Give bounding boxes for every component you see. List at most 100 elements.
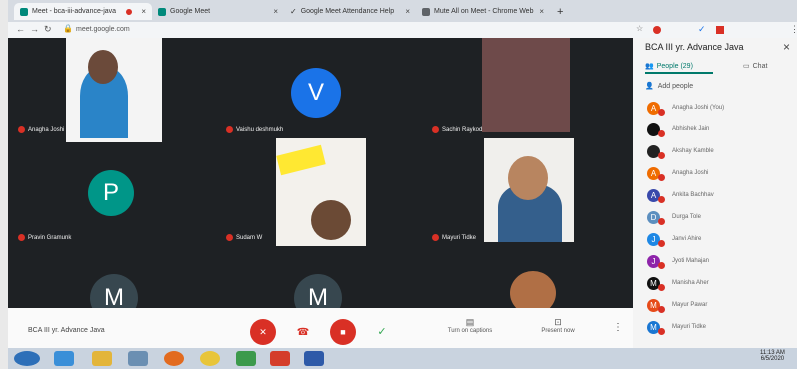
present-icon: ⊡ [554, 317, 562, 327]
address-bar: ← → ↻ 🔒 meet.google.com ☆ ✓ ⋮ [8, 22, 797, 38]
forward-icon[interactable]: → [30, 24, 39, 34]
mic-off-icon [226, 126, 233, 133]
present-button[interactable]: ⊡ Present now [533, 317, 583, 334]
panel-title: BCA III yr. Advance Java [645, 42, 744, 52]
participant-row[interactable]: J Janvi Ahire [647, 232, 701, 247]
chat-tab[interactable]: ▭ Chat [743, 62, 767, 71]
checkmark-favicon-icon: ✓ [290, 7, 297, 16]
camera-off-button[interactable]: ■ [330, 319, 356, 345]
participant-row[interactable]: Akshay Kamble [647, 144, 714, 159]
reload-icon[interactable]: ↻ [44, 24, 52, 35]
participant-label: Anagha Joshi [18, 126, 64, 133]
folder-icon[interactable] [92, 351, 112, 366]
participant-avatar: M [647, 276, 665, 291]
more-options-icon[interactable]: ⋮ [613, 322, 623, 333]
participant-row[interactable]: M Mayuri Tidke [647, 320, 706, 335]
extension-favicon-icon [422, 7, 430, 16]
media-player-icon[interactable] [128, 351, 148, 366]
mic-off-icon [658, 108, 665, 116]
close-panel-icon[interactable]: × [783, 40, 790, 54]
meeting-name: BCA III yr. Advance Java [28, 327, 105, 334]
mic-off-button[interactable]: ✕ [250, 319, 276, 345]
video-tile-sudam[interactable] [276, 138, 366, 246]
browser-tab-bar: Meet - bca-iii-advance-java × Google Mee… [8, 0, 797, 22]
video-tile-sachin[interactable] [482, 38, 570, 132]
meet-stage: Anagha Joshi V Vaishu deshmukh Sachin Ra… [8, 38, 633, 348]
app-icon[interactable] [236, 351, 256, 366]
chrome-icon[interactable] [200, 351, 220, 366]
participant-avatar: M [647, 320, 665, 335]
person-head [88, 50, 118, 84]
tab-label: Mute All on Meet - Chrome Web [434, 8, 534, 15]
tab-google-meet[interactable]: Google Meet × [152, 3, 284, 20]
pdf-icon[interactable] [270, 351, 290, 366]
mic-off-icon [658, 173, 665, 181]
tab-label: Google Meet [170, 8, 211, 15]
star-icon[interactable]: ☆ [636, 24, 643, 33]
people-panel: BCA III yr. Advance Java × 👥 People (29) … [633, 38, 797, 348]
yellow-note [276, 144, 326, 176]
tab-mute-all[interactable]: Mute All on Meet - Chrome Web × [416, 3, 550, 20]
extension-icon[interactable] [716, 26, 724, 34]
participant-label: Vaishu deshmukh [226, 126, 283, 133]
mic-off-icon [226, 234, 233, 241]
camera-off-icon: ■ [340, 327, 346, 337]
mic-off-icon [658, 261, 665, 269]
start-button-icon[interactable] [14, 351, 40, 366]
participant-row[interactable]: J Jyoti Mahajan [647, 254, 709, 269]
menu-icon[interactable]: ⋮ [790, 24, 797, 35]
participant-avatar: J [647, 254, 665, 269]
participant-row[interactable]: D Durga Tole [647, 210, 701, 225]
people-tab[interactable]: 👥 People (29) [645, 62, 693, 71]
mic-off-icon [432, 234, 439, 241]
participant-row[interactable]: A Anagha Joshi (You) [647, 101, 724, 116]
extension-icon[interactable] [653, 26, 661, 34]
meet-favicon-icon [20, 7, 28, 16]
participant-label: Pravin Gramunk [18, 234, 71, 241]
mic-off-icon [658, 129, 665, 137]
meet-favicon-icon [158, 7, 166, 16]
people-icon: 👥 [645, 63, 654, 70]
url-field[interactable]: meet.google.com [76, 26, 130, 33]
add-people-button[interactable]: 👤 Add people [645, 82, 693, 91]
leave-call-button[interactable]: ☎ [294, 323, 312, 341]
back-icon[interactable]: ← [16, 24, 25, 34]
close-tab-icon[interactable]: × [141, 7, 146, 16]
participant-avatar [647, 122, 665, 137]
captions-button[interactable]: ▤ Turn on captions [440, 317, 500, 334]
video-tile-anagha[interactable] [66, 38, 162, 142]
tab-attendance-help[interactable]: ✓ Google Meet Attendance Help × [284, 3, 416, 20]
close-tab-icon[interactable]: × [273, 7, 278, 16]
participant-row[interactable]: Abhishek Jain [647, 122, 709, 137]
check-extension-icon[interactable]: ✓ [698, 24, 706, 35]
participant-row[interactable]: M Manisha Aher [647, 276, 709, 291]
attendance-button[interactable]: ✓ [372, 321, 392, 341]
tab-meet[interactable]: Meet - bca-iii-advance-java × [14, 3, 152, 20]
participant-row[interactable]: A Anagha Joshi [647, 166, 708, 181]
video-tile-mayuri[interactable] [484, 138, 574, 242]
word-icon[interactable] [304, 351, 324, 366]
hang-up-icon: ☎ [296, 326, 310, 338]
close-tab-icon[interactable]: × [405, 7, 410, 16]
participant-avatar [647, 144, 665, 159]
ie-icon[interactable] [54, 351, 74, 366]
mic-off-icon [658, 217, 665, 225]
participant-avatar: J [647, 232, 665, 247]
close-tab-icon[interactable]: × [539, 7, 544, 16]
participant-avatar: M [647, 298, 665, 313]
new-tab-button[interactable]: + [551, 3, 567, 20]
mic-off-icon [658, 283, 665, 291]
participant-label: Sudam W [226, 234, 262, 241]
captions-icon: ▤ [465, 317, 475, 327]
participant-row[interactable]: A Ankita Bachhav [647, 188, 714, 203]
person-head [311, 200, 351, 240]
firefox-icon[interactable] [164, 351, 184, 366]
mic-off-icon [18, 234, 25, 241]
participant-row[interactable]: M Mayur Pawar [647, 298, 707, 313]
chat-icon: ▭ [743, 63, 750, 70]
check-icon: ✓ [377, 325, 387, 338]
participant-label: Mayuri Tidke [432, 234, 476, 241]
tab-underline [645, 72, 713, 74]
mic-off-icon [658, 195, 665, 203]
system-clock[interactable]: 11:13 AM 6/5/2020 [760, 350, 785, 362]
